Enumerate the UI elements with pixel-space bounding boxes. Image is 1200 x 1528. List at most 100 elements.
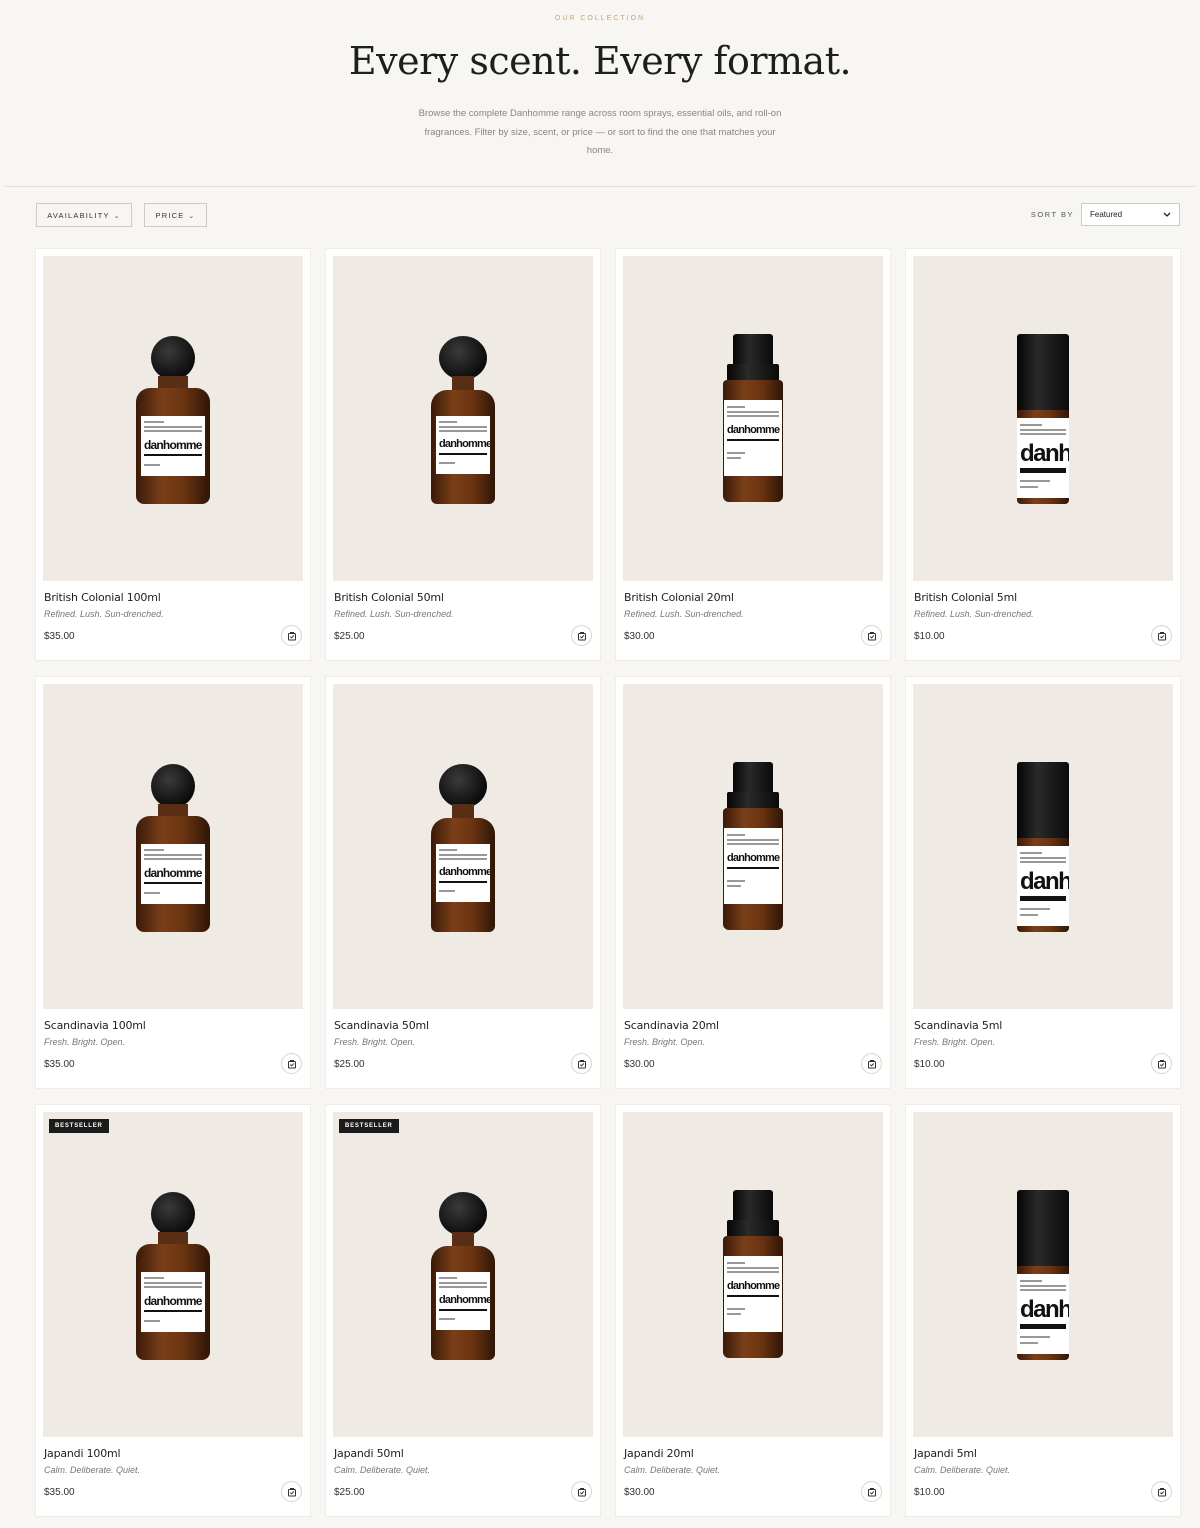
chevron-down-icon [1163,212,1171,217]
product-card[interactable]: danhomme Japandi 20ml Calm. Deliberate. Qu… [616,1105,890,1516]
add-to-cart-button[interactable] [1151,1481,1172,1502]
add-to-cart-button[interactable] [571,1053,592,1074]
bottle-illustration: danhomme [431,336,495,504]
add-to-cart-icon [867,631,876,640]
product-card[interactable]: danh Japandi 5ml Calm. Deliberate. Quiet. $… [906,1105,1180,1516]
product-card[interactable]: danhomme British Colonial 20ml Refined. Lu… [616,249,890,660]
add-to-cart-button[interactable] [1151,625,1172,646]
product-name[interactable]: Japandi 5ml [914,1447,1173,1460]
price-filter-button[interactable]: PRICE ⌄ [144,203,207,227]
add-to-cart-button[interactable] [1151,1053,1172,1074]
filter-toolbar: AVAILABILITY ⌄ PRICE ⌄ SORT BY Featured [36,203,1180,227]
product-image[interactable]: BESTSELLER danhomme [333,1112,593,1437]
product-card[interactable]: BESTSELLER danhomme Japandi 50ml Calm. Deli… [326,1105,600,1516]
product-name[interactable]: Scandinavia 5ml [914,1019,1173,1032]
product-description: Fresh. Bright. Open. [914,1037,996,1047]
bottle-illustration: danhomme [723,1190,783,1358]
product-description: Fresh. Bright. Open. [334,1037,416,1047]
bottle-brand-label: danhomme [439,1294,490,1306]
product-price: $30.00 [624,1487,655,1498]
product-image[interactable]: danh [913,256,1173,581]
add-to-cart-icon [577,1059,586,1068]
bottle-brand-label: danh [1020,868,1069,895]
bottle-illustration: danh [1017,1190,1069,1360]
product-image[interactable]: danh [913,684,1173,1009]
bestseller-badge: BESTSELLER [339,1119,399,1133]
product-image[interactable]: danhomme [623,1112,883,1437]
add-to-cart-button[interactable] [281,625,302,646]
add-to-cart-icon [577,631,586,640]
product-name[interactable]: British Colonial 100ml [44,591,303,604]
product-card[interactable]: danhomme Scandinavia 20ml Fresh. Bright. O… [616,677,890,1088]
product-name[interactable]: Scandinavia 20ml [624,1019,883,1032]
add-to-cart-icon [1157,631,1166,640]
product-description: Fresh. Bright. Open. [624,1037,706,1047]
product-card[interactable]: danh Scandinavia 5ml Fresh. Bright. Open. $… [906,677,1180,1088]
availability-filter-button[interactable]: AVAILABILITY ⌄ [36,203,132,227]
product-name[interactable]: British Colonial 50ml [334,591,593,604]
product-name[interactable]: Scandinavia 100ml [44,1019,303,1032]
product-card[interactable]: BESTSELLER danhomme Japandi 100ml Calm. Del… [36,1105,310,1516]
bottle-illustration: danhomme [431,764,495,932]
bottle-illustration: danh [1017,334,1069,504]
product-card[interactable]: danhomme British Colonial 50ml Refined. Lu… [326,249,600,660]
product-image[interactable]: danhomme [333,684,593,1009]
product-description: Refined. Lush. Sun-drenched. [914,609,1034,619]
bottle-illustration: danhomme [136,764,210,932]
bottle-brand-label: danhomme [439,866,490,878]
product-price: $10.00 [914,1059,945,1070]
add-to-cart-icon [287,1059,296,1068]
bottle-illustration: danh [1017,762,1069,932]
product-card[interactable]: danh British Colonial 5ml Refined. Lush. S… [906,249,1180,660]
sort-select[interactable]: Featured [1081,203,1180,226]
product-card[interactable]: danhomme Scandinavia 100ml Fresh. Bright. … [36,677,310,1088]
product-image[interactable]: danhomme [623,256,883,581]
eyebrow-text: OUR COLLECTION [554,15,646,22]
product-image[interactable]: danh [913,1112,1173,1437]
product-name[interactable]: Japandi 50ml [334,1447,593,1460]
product-card[interactable]: danhomme Scandinavia 50ml Fresh. Bright. O… [326,677,600,1088]
product-image[interactable]: danhomme [333,256,593,581]
add-to-cart-button[interactable] [861,1481,882,1502]
product-description: Calm. Deliberate. Quiet. [624,1465,721,1475]
product-name[interactable]: Japandi 100ml [44,1447,303,1460]
product-price: $35.00 [44,631,75,642]
product-image[interactable]: BESTSELLER danhomme [43,1112,303,1437]
divider [5,186,1195,187]
page-title: Every scent. Every format. [348,39,852,83]
product-price: $25.00 [334,1059,365,1070]
product-price: $25.00 [334,631,365,642]
bottle-illustration: danhomme [723,762,783,930]
product-price: $10.00 [914,631,945,642]
availability-filter-label: AVAILABILITY [47,210,110,220]
add-to-cart-button[interactable] [281,1481,302,1502]
product-name[interactable]: British Colonial 20ml [624,591,883,604]
product-price: $35.00 [44,1059,75,1070]
product-name[interactable]: British Colonial 5ml [914,591,1173,604]
add-to-cart-icon [287,1487,296,1496]
bottle-illustration: danhomme [723,334,783,502]
bottle-illustration: danhomme [136,336,210,504]
price-filter-label: PRICE [155,210,185,220]
product-name[interactable]: Japandi 20ml [624,1447,883,1460]
product-name[interactable]: Scandinavia 50ml [334,1019,593,1032]
bottle-brand-label: danhomme [727,852,780,864]
add-to-cart-button[interactable] [861,625,882,646]
add-to-cart-button[interactable] [571,1481,592,1502]
product-image[interactable]: danhomme [623,684,883,1009]
product-image[interactable]: danhomme [43,684,303,1009]
product-price: $25.00 [334,1487,365,1498]
add-to-cart-button[interactable] [281,1053,302,1074]
product-description: Calm. Deliberate. Quiet. [44,1465,141,1475]
bottle-brand-label: danhomme [144,438,202,452]
bottle-brand-label: danh [1020,1296,1069,1323]
product-image[interactable]: danhomme [43,256,303,581]
product-price: $10.00 [914,1487,945,1498]
add-to-cart-button[interactable] [861,1053,882,1074]
bottle-brand-label: danhomme [439,438,490,450]
bottle-brand-label: danhomme [727,1280,780,1292]
add-to-cart-button[interactable] [571,625,592,646]
product-price: $35.00 [44,1487,75,1498]
product-card[interactable]: danhomme British Colonial 100ml Refined. L… [36,249,310,660]
sort-label: SORT BY [1030,210,1074,219]
